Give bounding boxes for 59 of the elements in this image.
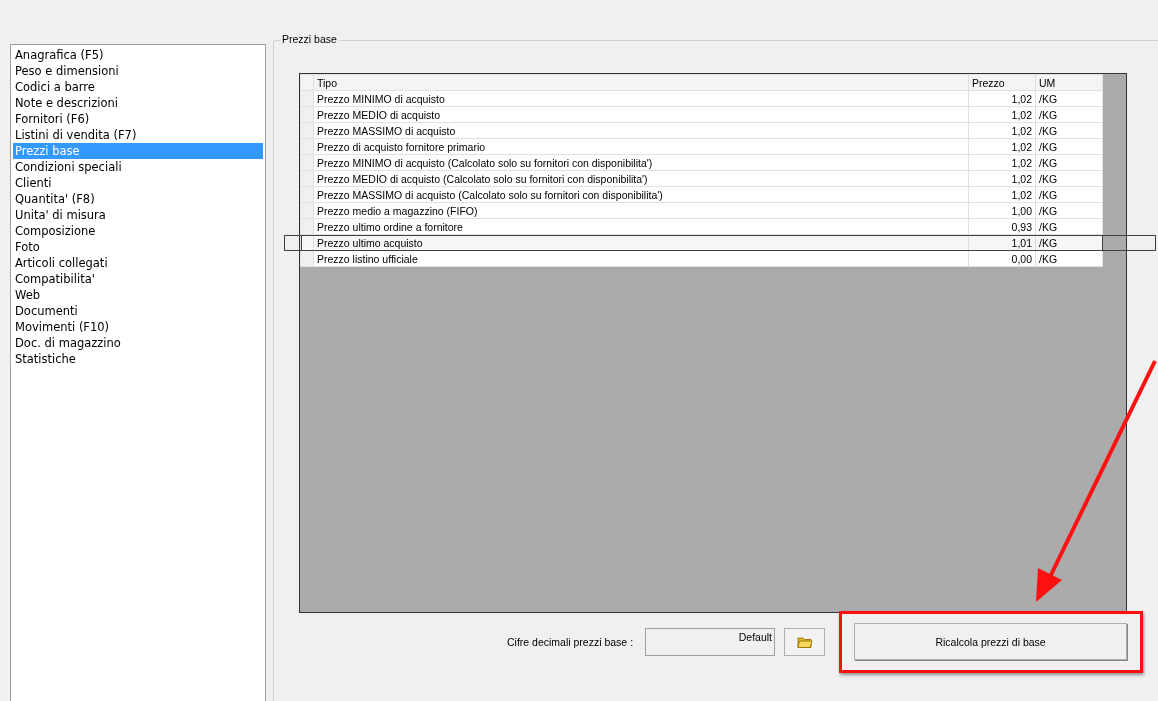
sidebar-item[interactable]: Foto: [13, 239, 263, 255]
table-cell: /KG: [1035, 138, 1103, 155]
row-header: [300, 74, 314, 91]
sidebar-item[interactable]: Codici a barre: [13, 79, 263, 95]
table-cell: Prezzo MINIMO di acquisto: [313, 90, 969, 107]
sidebar-item[interactable]: Unita' di misura: [13, 207, 263, 223]
input-field[interactable]: Default: [645, 627, 776, 656]
table-cell: /KG: [1035, 106, 1103, 123]
sidebar-item[interactable]: Peso e dimensioni: [13, 63, 263, 79]
sidebar-item[interactable]: Listini di vendita (F7): [13, 127, 263, 143]
table-cell: /KG: [1035, 154, 1103, 171]
column-header[interactable]: UM: [1035, 74, 1103, 91]
column-header[interactable]: Prezzo: [968, 74, 1036, 91]
table-cell: /KG: [1035, 202, 1103, 219]
sidebar-item[interactable]: Articoli collegati: [13, 255, 263, 271]
table-cell: /KG: [1035, 250, 1103, 267]
table-cell: 0,93: [968, 218, 1036, 235]
table-cell: Prezzo MEDIO di acquisto (Calcolato solo su fornitori con disponibilita'): [313, 170, 969, 187]
folder-button[interactable]: [784, 627, 826, 656]
table-cell: 1,02: [968, 170, 1036, 187]
sidebar-item[interactable]: Quantita' (F8): [13, 191, 263, 207]
table-cell: Prezzo listino ufficiale: [313, 250, 969, 267]
group-title: Prezzi base: [280, 33, 339, 45]
table-cell: Prezzo MASSIMO di acquisto: [313, 122, 969, 139]
table-cell: 1,02: [968, 154, 1036, 171]
table-cell: Prezzo MASSIMO di acquisto (Calcolato solo su fornitori con disponibilita'): [313, 186, 969, 203]
sidebar-item[interactable]: Condizioni speciali: [13, 159, 263, 175]
sidebar-item[interactable]: Note e descrizioni: [13, 95, 263, 111]
table-cell: Prezzo medio a magazzino (FIFO): [313, 202, 969, 219]
table-cell: /KG: [1035, 170, 1103, 187]
sidebar-item[interactable]: Clienti: [13, 175, 263, 191]
table-cell: Prezzo MEDIO di acquisto: [313, 106, 969, 123]
sidebar-item[interactable]: Compatibilita': [13, 271, 263, 287]
column-header[interactable]: Tipo: [313, 74, 969, 91]
field-label: Cifre decimali prezzi base :: [507, 635, 634, 648]
table-cell: 1,02: [968, 90, 1036, 107]
sidebar-item[interactable]: Fornitori (F6): [13, 111, 263, 127]
sidebar-item[interactable]: Statistiche: [13, 351, 263, 367]
table-cell: Prezzo ultimo ordine a fornitore: [313, 218, 969, 235]
table-cell: /KG: [1035, 186, 1103, 203]
folder-icon: [796, 634, 813, 649]
sidebar-item[interactable]: Documenti: [13, 303, 263, 319]
sidebar-item[interactable]: Web: [13, 287, 263, 303]
table-cell: 1,02: [968, 122, 1036, 139]
table-cell: /KG: [1035, 218, 1103, 235]
table-cell: Prezzo di acquisto fornitore primario: [313, 138, 969, 155]
table-cell: 1,02: [968, 186, 1036, 203]
sidebar-item[interactable]: Movimenti (F10): [13, 319, 263, 335]
table-cell: 0,00: [968, 250, 1036, 267]
sidebar-item[interactable]: Doc. di magazzino: [13, 335, 263, 351]
table-cell: /KG: [1035, 90, 1103, 107]
table-cell: 1,02: [968, 138, 1036, 155]
table-cell: 1,02: [968, 106, 1036, 123]
table-cell: Prezzo MINIMO di acquisto (Calcolato solo su fornitori con disponibilita'): [313, 154, 969, 171]
sidebar-item[interactable]: Composizione: [13, 223, 263, 239]
sidebar-item[interactable]: Anagrafica (F5): [13, 47, 263, 63]
table-cell: 1,00: [968, 202, 1036, 219]
table-cell: /KG: [1035, 122, 1103, 139]
recalculate-button[interactable]: Ricalcola prezzi di base: [854, 623, 1128, 660]
